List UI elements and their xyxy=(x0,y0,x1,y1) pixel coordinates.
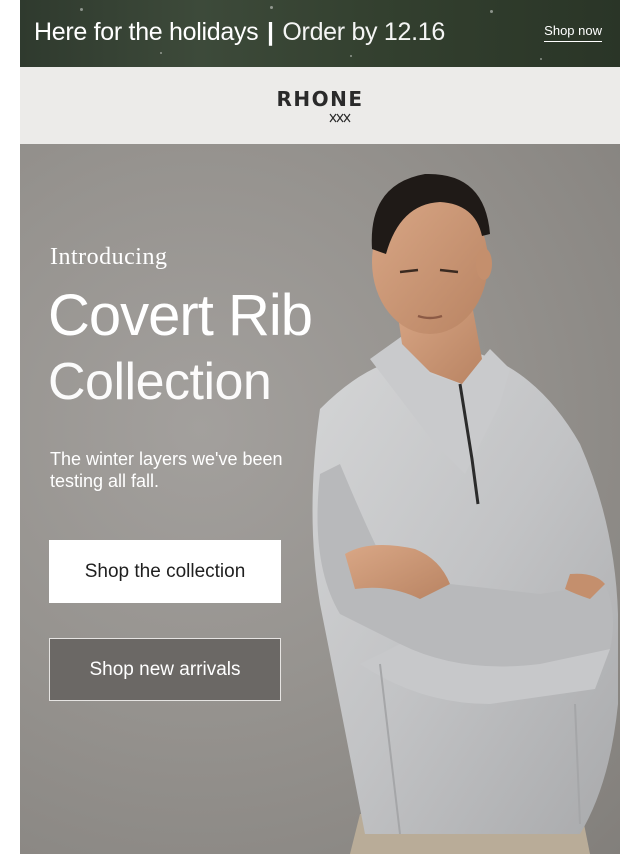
hero-section: Introducing Covert Rib Collection The wi… xyxy=(20,144,620,854)
decorative-speck xyxy=(270,6,273,9)
decorative-speck xyxy=(490,10,493,13)
hero-title-line2: Collection xyxy=(48,353,272,411)
decorative-speck xyxy=(80,8,83,11)
shop-collection-button[interactable]: Shop the collection xyxy=(49,540,281,603)
banner-separator: | xyxy=(267,18,274,46)
promo-banner[interactable]: Here for the holidays | Order by 12.16 S… xyxy=(20,0,620,67)
brand-logo[interactable]: RHONE xyxy=(20,87,620,111)
banner-message: Here for the holidays | Order by 12.16 xyxy=(34,18,445,47)
shop-now-link[interactable]: Shop now xyxy=(544,23,602,42)
logo-header: RHONE xyxy=(20,67,620,144)
banner-headline: Here for the holidays xyxy=(34,18,259,46)
hero-title-line1: Covert Rib xyxy=(48,283,313,348)
logo-mark-icon xyxy=(329,113,351,123)
hero-subtitle: The winter layers we've been testing all… xyxy=(50,449,283,491)
banner-deadline: Order by 12.16 xyxy=(282,18,445,46)
hero-eyebrow: Introducing xyxy=(50,244,168,270)
decorative-speck xyxy=(350,55,352,57)
decorative-speck xyxy=(540,58,542,60)
shop-new-arrivals-button[interactable]: Shop new arrivals xyxy=(49,638,281,701)
decorative-speck xyxy=(160,52,162,54)
